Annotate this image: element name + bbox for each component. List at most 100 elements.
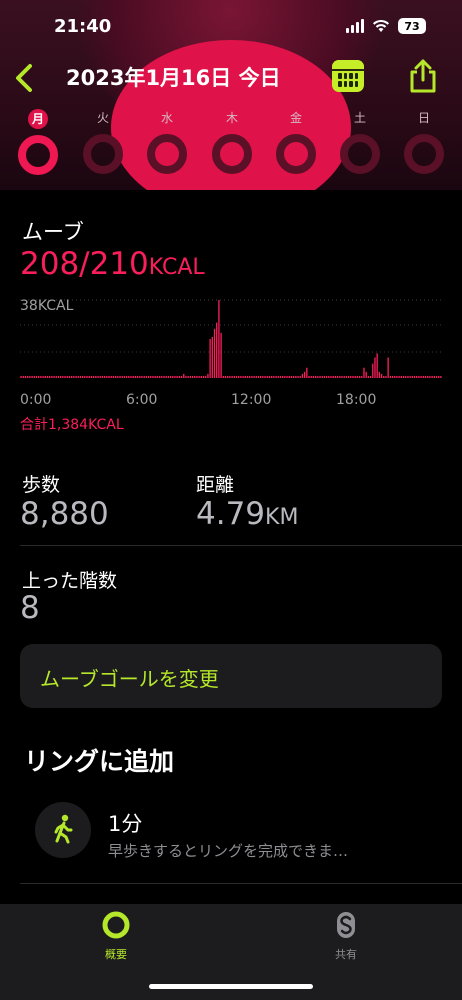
tab-summary[interactable]: 概要 — [76, 910, 156, 962]
change-move-goal-button[interactable]: ムーブゴールを変更 — [20, 644, 442, 708]
chart-bar — [253, 375, 255, 378]
floors-label: 上った階数 — [22, 570, 118, 592]
chart-bar — [200, 375, 202, 378]
chart-bar — [84, 375, 86, 378]
back-chevron-icon[interactable] — [10, 60, 38, 96]
chart-bar — [251, 375, 253, 378]
chart-bar — [422, 375, 424, 378]
chart-bar — [40, 375, 42, 378]
chart-bar — [352, 375, 354, 378]
wifi-icon — [373, 19, 389, 32]
chart-bar — [246, 375, 249, 378]
day-tuesday[interactable]: 火 — [77, 108, 129, 174]
chart-bar — [380, 373, 383, 378]
chart-bar — [108, 375, 110, 378]
chart-bar — [33, 375, 35, 378]
chart-x-axis: 0:00 6:00 12:00 18:00 — [0, 392, 422, 410]
chart-bar — [92, 375, 95, 378]
chart-bar — [279, 375, 282, 378]
chart-bar — [409, 375, 411, 378]
chart-bar — [35, 375, 38, 378]
chart-bar — [284, 375, 286, 378]
chart-bar — [141, 375, 143, 378]
chart-bar — [321, 375, 323, 378]
chart-bar — [343, 375, 345, 378]
chart-bar — [172, 375, 174, 378]
chart-bar — [139, 375, 141, 378]
chart-total-label: 合計1,384KCAL — [20, 417, 124, 433]
chart-bar — [187, 375, 189, 378]
chart-bar — [194, 375, 196, 378]
day-wednesday[interactable]: 水 — [141, 108, 193, 174]
chart-bar — [238, 375, 240, 378]
chart-bar — [378, 371, 381, 378]
chart-bar — [189, 375, 191, 378]
chart-bar — [213, 328, 216, 378]
calendar-icon[interactable] — [332, 60, 364, 92]
day-monday[interactable]: 月 — [12, 108, 64, 175]
chart-bar — [361, 375, 363, 378]
day-sunday[interactable]: 日 — [398, 108, 450, 174]
chart-bar — [264, 375, 266, 378]
chart-bar — [367, 375, 370, 378]
chart-bar — [103, 375, 106, 378]
chart-max-label: 38KCAL — [20, 298, 74, 314]
chart-bar — [209, 339, 211, 378]
activity-rings-icon — [102, 911, 130, 939]
chart-bar — [110, 375, 112, 378]
chart-bar — [46, 375, 49, 378]
chart-bar — [319, 375, 321, 378]
chart-bar — [330, 375, 332, 378]
chart-bar — [266, 375, 268, 378]
chart-bar — [345, 375, 348, 378]
page-title: 2023年1月16日 今日 — [66, 66, 281, 90]
suggestion-description: 早歩きするとリングを完成できま… — [108, 842, 349, 860]
chart-bar — [44, 375, 46, 378]
distance-number: 4.79 — [196, 496, 266, 532]
day-ring-icon — [83, 134, 123, 174]
chart-bar — [301, 373, 304, 378]
day-ring-icon — [147, 134, 187, 174]
chart-bar — [75, 375, 77, 378]
divider — [20, 545, 462, 546]
chart-bar — [418, 375, 420, 378]
day-thursday[interactable]: 木 — [206, 108, 258, 174]
tab-sharing[interactable]: 共有 — [306, 910, 386, 962]
chart-bar — [240, 375, 242, 378]
chart-bar — [413, 375, 416, 378]
chart-bar — [387, 357, 389, 378]
chart-bar — [438, 375, 440, 378]
chart-bar — [398, 375, 400, 378]
share-icon[interactable] — [408, 58, 438, 94]
sharing-icon — [337, 912, 355, 938]
chart-bar — [27, 375, 29, 378]
chart-bar — [286, 375, 288, 378]
chart-bar — [433, 375, 435, 378]
suggestion-title[interactable]: 1分 — [108, 808, 142, 838]
chart-bar — [152, 375, 154, 378]
chart-bar — [350, 375, 352, 378]
chart-bar — [411, 375, 413, 378]
chart-bar — [268, 375, 271, 378]
chart-bar — [220, 332, 222, 378]
day-saturday[interactable]: 土 — [334, 108, 386, 174]
chart-bar — [205, 375, 207, 378]
chart-bar — [394, 375, 396, 378]
chart-bar — [303, 371, 306, 378]
chart-bar — [275, 375, 277, 378]
day-ring-icon — [18, 135, 58, 175]
chart-bar — [128, 375, 130, 378]
chart-bar — [295, 375, 297, 378]
chart-bar — [306, 367, 308, 378]
chart-bar — [125, 375, 128, 378]
day-ring-icon — [212, 134, 252, 174]
chart-bar — [29, 375, 31, 378]
x-tick-label: 18:00 — [336, 392, 377, 408]
chart-bar — [20, 375, 22, 378]
day-friday[interactable]: 金 — [270, 108, 322, 174]
chart-bar — [273, 375, 275, 378]
chart-bar — [231, 375, 233, 378]
chart-bar — [391, 375, 394, 378]
chart-bar — [325, 375, 328, 378]
chart-bar — [119, 375, 121, 378]
